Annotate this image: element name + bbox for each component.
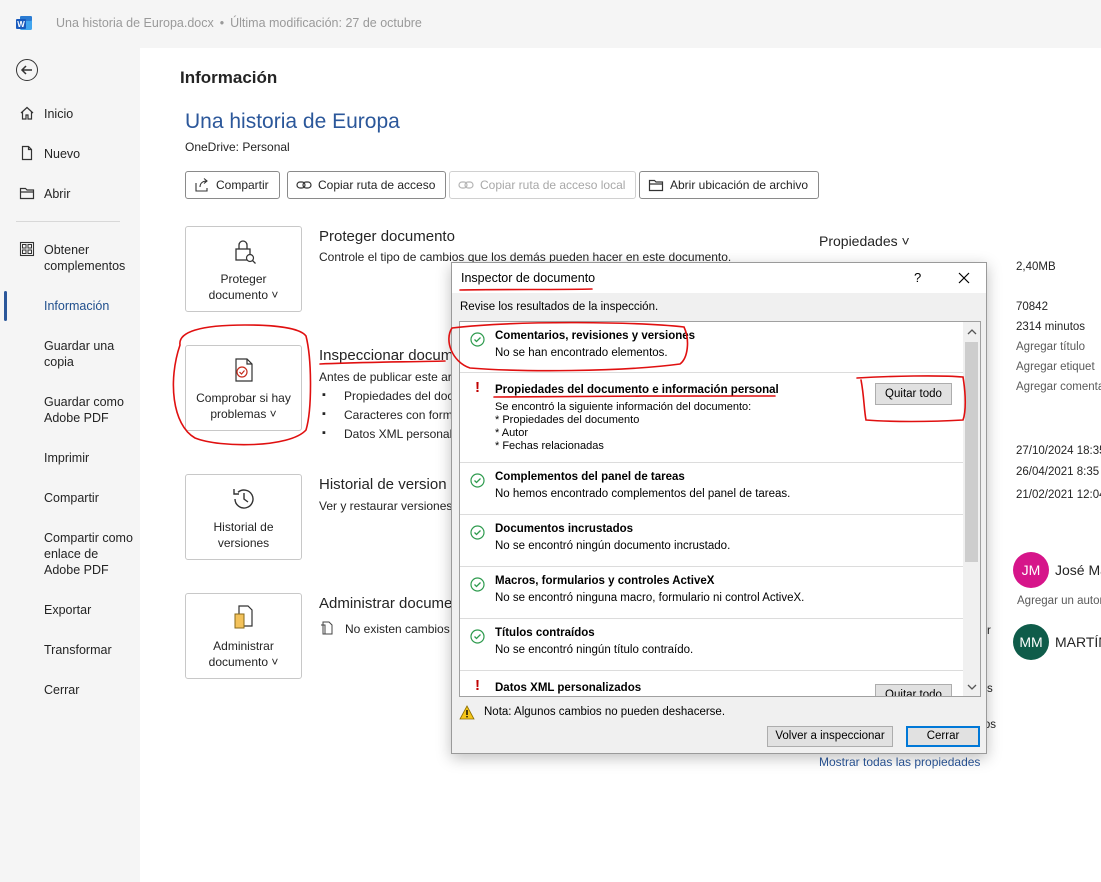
history-description: Ver y restaurar versiones a <box>319 499 463 513</box>
copy-path-button[interactable]: Copiar ruta de acceso <box>287 171 447 199</box>
manage-document-icon <box>234 605 253 629</box>
back-arrow-icon <box>20 65 32 75</box>
inspect-description: Antes de publicar este arc <box>319 370 458 384</box>
link-icon <box>458 181 474 189</box>
active-indicator <box>4 291 7 321</box>
share-button[interactable]: Compartir <box>185 171 280 199</box>
window-title: Una historia de Europa.docx • Última modif… <box>56 16 422 30</box>
partial-label: r <box>987 625 991 637</box>
check-circle-icon <box>470 629 485 644</box>
addins-grid-icon <box>19 241 35 257</box>
result-row-embedded: Documentos incrustados No se encontró ni… <box>460 515 963 567</box>
history-clock-icon <box>233 489 254 509</box>
share-icon <box>195 178 208 192</box>
protect-heading: Proteger documento <box>319 228 455 245</box>
last-modified: Última modificación: 27 de octubre <box>230 16 422 30</box>
property-add-comments[interactable]: Agregar comenta <box>1016 381 1101 393</box>
property-edit-time: 2314 minutos <box>1016 321 1086 333</box>
property-last-printed: 21/02/2021 12:04 <box>1016 489 1101 501</box>
property-add-tags[interactable]: Agregar etiquet <box>1016 361 1095 373</box>
result-row-properties: ! Propiedades del documento e informació… <box>460 373 963 463</box>
protect-document-tile[interactable]: Proteger documento ˅ <box>185 226 302 312</box>
dialog-subtitle: Revise los resultados de la inspección. <box>460 301 659 313</box>
check-document-icon <box>235 358 253 382</box>
check-circle-icon <box>470 577 485 592</box>
warning-exclamation-icon: ! <box>475 379 480 396</box>
history-heading: Historial de version <box>319 476 447 493</box>
folder-icon <box>648 179 664 192</box>
check-circle-icon <box>470 332 485 347</box>
property-last-modified: 27/10/2024 18:35 <box>1016 445 1101 457</box>
warning-exclamation-icon: ! <box>475 677 480 694</box>
folder-icon <box>19 187 35 200</box>
nav-separator <box>16 221 120 222</box>
document-small-icon <box>321 621 333 635</box>
author-name: José Ma <box>1055 562 1101 578</box>
chevron-down-icon[interactable] <box>967 682 977 692</box>
inspection-results-list: Comentarios, revisiones y versiones No s… <box>459 321 981 697</box>
show-all-properties-link[interactable]: Mostrar todas las propiedades <box>819 755 980 769</box>
dialog-note: Nota: Algunos cambios no pueden deshacer… <box>484 706 726 718</box>
reinspect-button[interactable]: Volver a inspeccionar <box>767 726 893 747</box>
warning-triangle-icon <box>459 705 475 720</box>
version-history-tile[interactable]: Historial de versiones <box>185 474 302 560</box>
property-add-title[interactable]: Agregar título <box>1016 341 1085 353</box>
scrollbar-thumb[interactable] <box>965 342 978 562</box>
property-words: 70842 <box>1016 301 1048 313</box>
avatar: JM <box>1013 552 1049 588</box>
word-logo-icon: W <box>16 16 32 30</box>
title-separator: • <box>219 16 225 30</box>
svg-text:W: W <box>17 20 25 29</box>
open-file-location-button[interactable]: Abrir ubicación de archivo <box>639 171 820 199</box>
title-bar: W Una historia de Europa.docx • Última mod… <box>0 0 1101 48</box>
result-row-comments: Comentarios, revisiones y versiones No s… <box>460 322 963 373</box>
result-row-collapsed: Títulos contraídos No se encontró ningún… <box>460 619 963 671</box>
dialog-title-bar: Inspector de documento ? <box>452 263 986 293</box>
new-document-icon <box>21 145 33 161</box>
manage-heading: Administrar docume <box>319 595 453 612</box>
dialog-title: Inspector de documento <box>461 271 596 285</box>
check-issues-tile[interactable]: Comprobar si hay problemas ˅ <box>185 345 302 431</box>
close-icon[interactable] <box>957 271 971 285</box>
home-icon <box>20 106 34 120</box>
file-name: Una historia de Europa.docx <box>56 16 214 30</box>
modifier-name: MARTÍN <box>1055 634 1101 650</box>
inspect-heading: Inspeccionar docum <box>319 347 454 364</box>
property-created: 26/04/2021 8:35 <box>1016 466 1100 478</box>
copy-local-path-button[interactable]: Copiar ruta de acceso local <box>449 171 637 199</box>
help-button[interactable]: ? <box>914 270 921 285</box>
results-scrollbar[interactable] <box>963 322 980 696</box>
lock-icon <box>235 240 256 264</box>
chevron-up-icon[interactable] <box>967 327 977 337</box>
result-row-taskpane: Complementos del panel de tareas No hemo… <box>460 463 963 515</box>
manage-description: No existen cambios <box>345 622 450 636</box>
check-circle-icon <box>470 473 485 488</box>
document-title: Una historia de Europa <box>185 110 400 133</box>
result-row-xml: ! Datos XML personalizados Quitar todo <box>460 671 963 696</box>
properties-heading[interactable]: Propiedades ˅ <box>819 233 910 249</box>
backstage-nav: Inicio Nuevo Abrir Obtener complementos … <box>0 48 140 882</box>
property-size: 2,40MB <box>1016 261 1056 273</box>
link-icon <box>296 181 312 189</box>
page-heading: Información <box>180 68 278 87</box>
remove-all-button[interactable]: Quitar todo <box>875 383 952 405</box>
remove-all-button[interactable]: Quitar todo <box>875 684 952 696</box>
manage-document-tile[interactable]: Administrar documento ˅ <box>185 593 302 679</box>
document-inspector-dialog: Inspector de documento ? Revise los resu… <box>451 262 987 754</box>
document-location: OneDrive: Personal <box>185 140 290 154</box>
back-button[interactable] <box>16 59 38 81</box>
close-button[interactable]: Cerrar <box>906 726 980 747</box>
avatar: MM <box>1013 624 1049 660</box>
add-author-link[interactable]: Agregar un autor <box>1017 595 1101 607</box>
check-circle-icon <box>470 525 485 540</box>
result-row-macros: Macros, formularios y controles ActiveX … <box>460 567 963 619</box>
partial-label: s <box>987 683 993 695</box>
